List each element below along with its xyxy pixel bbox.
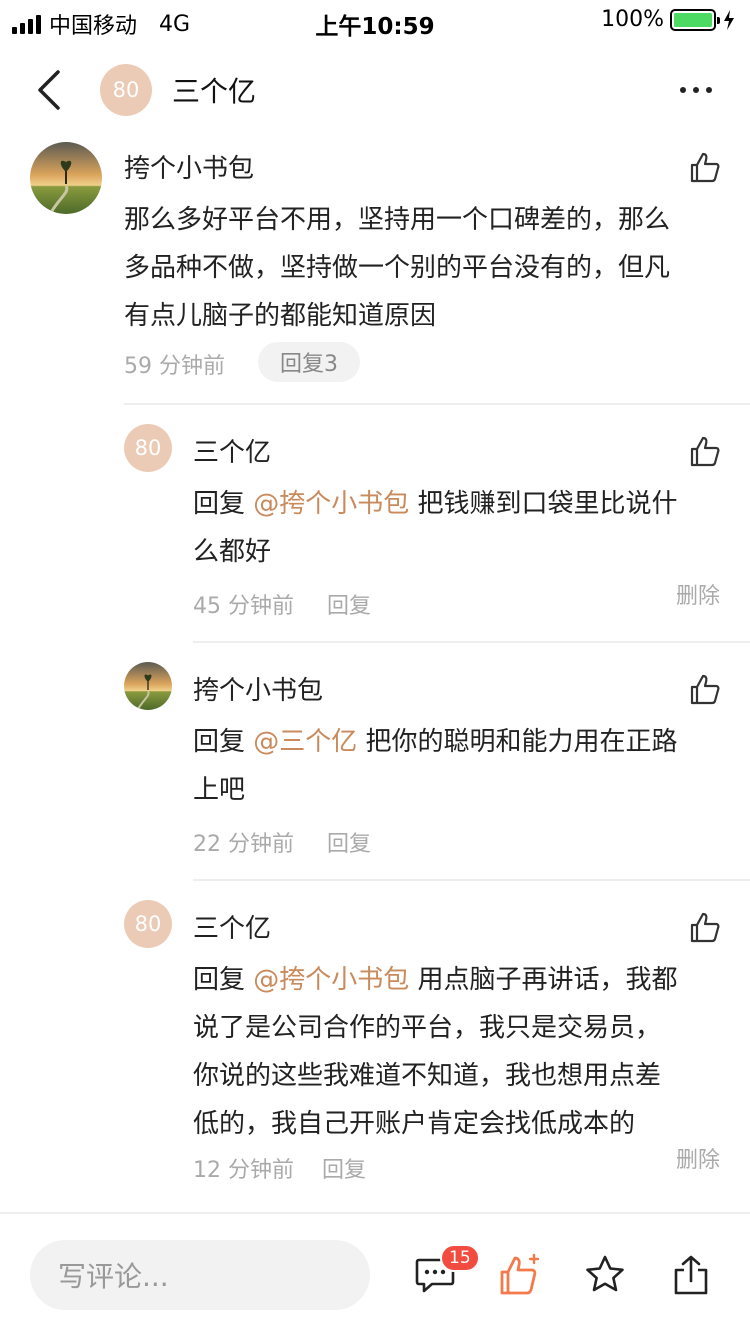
reply-time: 12 分钟前	[193, 1158, 294, 1183]
reply-button[interactable]: 回复	[327, 588, 371, 620]
reply-text: 回复 @挎个小书包 用点脑子再讲话，我都 说了是公司合作的平台，我只是交易员， …	[193, 956, 733, 1148]
battery-icon	[670, 8, 720, 31]
reply-prefix: 回复	[193, 489, 254, 519]
charging-bolt-icon	[724, 9, 734, 30]
view-replies-button[interactable]: 回复3	[258, 342, 360, 382]
status-bar: 中国移动 4G 上午10:59 100%	[0, 0, 750, 40]
like-icon[interactable]	[688, 672, 722, 706]
reply-line: 么都好	[193, 537, 272, 567]
reply-button[interactable]: 回复	[322, 1152, 366, 1184]
mention-link[interactable]: @三个亿	[253, 727, 357, 757]
divider	[193, 879, 750, 881]
reply-line: 用点脑子再讲话，我都	[409, 965, 678, 995]
bottom-bar: 写评论... 15	[0, 1212, 750, 1334]
delete-button[interactable]: 删除	[676, 1142, 720, 1174]
comment-author[interactable]: 挎个小书包	[124, 148, 254, 185]
like-icon[interactable]	[688, 150, 722, 184]
divider	[193, 641, 750, 643]
comment-line: 多品种不做，坚持做一个别的平台没有的，但凡	[124, 253, 671, 283]
more-options-icon[interactable]	[680, 76, 720, 104]
share-icon[interactable]	[670, 1254, 712, 1296]
header-avatar[interactable]: 80	[100, 64, 152, 116]
comment-line: 有点儿脑子的都能知道原因	[124, 301, 437, 331]
avatar[interactable]: 80	[124, 900, 172, 948]
avatar[interactable]	[124, 662, 172, 710]
reply-button[interactable]: 回复	[327, 826, 371, 858]
avatar[interactable]: 80	[124, 424, 172, 472]
reply-prefix: 回复	[193, 965, 254, 995]
battery-percent: 100%	[601, 7, 664, 32]
mention-link[interactable]: @挎个小书包	[253, 489, 409, 519]
reply-line: 上吧	[193, 775, 246, 805]
status-right: 100%	[601, 7, 736, 32]
reply-line: 低的，我自己开账户肯定会找低成本的	[193, 1109, 636, 1139]
back-arrow-icon[interactable]	[30, 68, 70, 112]
comment-text: 那么多好平台不用，坚持用一个口碑差的，那么 多品种不做，坚持做一个别的平台没有的…	[124, 196, 724, 340]
comment-time: 59 分钟前	[124, 354, 225, 379]
like-active-icon[interactable]	[498, 1252, 542, 1296]
reply-time: 22 分钟前	[193, 832, 294, 857]
avatar[interactable]	[30, 142, 102, 214]
reply-author[interactable]: 三个亿	[193, 432, 271, 469]
divider	[124, 403, 750, 405]
mention-link[interactable]: @挎个小书包	[253, 965, 409, 995]
reply-author[interactable]: 挎个小书包	[193, 670, 323, 707]
reply-line: 把你的聪明和能力用在正路	[357, 727, 678, 757]
reply-author[interactable]: 三个亿	[193, 908, 271, 945]
reply-line: 你说的这些我难道不知道，我也想用点差	[193, 1061, 662, 1091]
reply-line: 把钱赚到口袋里比说什	[409, 489, 678, 519]
delete-button[interactable]: 删除	[676, 578, 720, 610]
reply-text: 回复 @三个亿 把你的聪明和能力用在正路 上吧	[193, 718, 733, 814]
reply-time: 45 分钟前	[193, 594, 294, 619]
header: 80 三个亿	[0, 48, 750, 132]
reply-prefix: 回复	[193, 727, 254, 757]
header-title[interactable]: 三个亿	[172, 70, 256, 110]
like-icon[interactable]	[688, 910, 722, 944]
reply-line: 说了是公司合作的平台，我只是交易员，	[193, 1013, 662, 1043]
comment-count-badge: 15	[440, 1244, 480, 1272]
favorite-star-icon[interactable]	[584, 1254, 626, 1296]
comment-input[interactable]: 写评论...	[30, 1240, 370, 1310]
comment-line: 那么多好平台不用，坚持用一个口碑差的，那么	[124, 205, 671, 235]
like-icon[interactable]	[688, 434, 722, 468]
reply-text: 回复 @挎个小书包 把钱赚到口袋里比说什 么都好	[193, 480, 733, 576]
